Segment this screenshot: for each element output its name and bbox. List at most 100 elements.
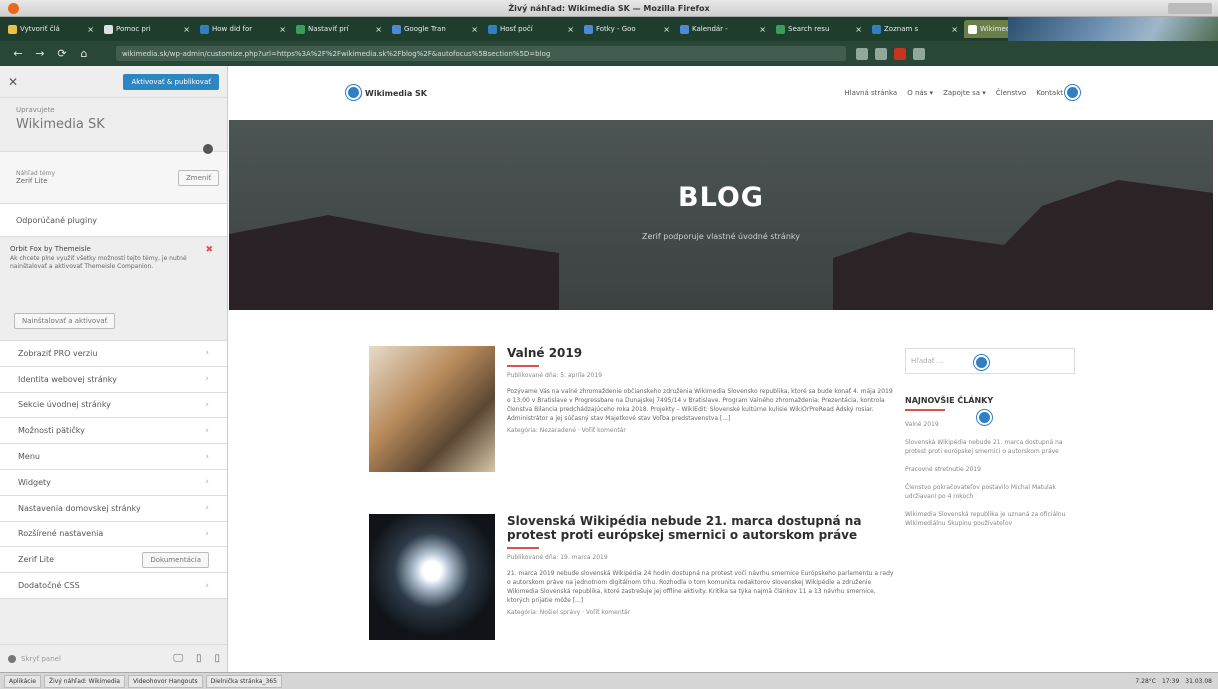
tab-favicon-icon [488, 24, 497, 34]
post-thumbnail[interactable] [369, 514, 495, 640]
panel-widgets[interactable]: Widgety › [0, 469, 227, 496]
url-bar[interactable]: wikimedia.sk/wp-admin/customize.php?url=… [116, 46, 846, 61]
close-icon[interactable]: × [279, 25, 286, 34]
menu-item-contact[interactable]: Kontakt [1036, 89, 1063, 97]
browser-tab[interactable]: Hosť počí × [484, 20, 578, 38]
back-icon[interactable]: ← [10, 47, 26, 60]
plugin-notice: Orbit Fox by Themeisle Ak chcete plne vy… [0, 237, 227, 341]
taskbar-window[interactable]: Dielnička stránka_365 [205, 674, 282, 688]
close-icon[interactable]: × [567, 25, 574, 34]
post-thumbnail[interactable] [369, 346, 495, 472]
post-date: Publikované dňa: 5. apríla 2019 [507, 372, 603, 379]
tab-label: How did for [212, 25, 253, 33]
recent-post-link[interactable]: Pracovné stretnutie 2019 [905, 465, 1075, 474]
browser-tab[interactable]: Google Tran × [388, 20, 482, 38]
tab-label: Pomoc pri [116, 25, 151, 33]
close-icon[interactable]: × [183, 25, 190, 34]
customizer-footer: Skryť panel 🖵 ▯ ▯ [0, 644, 228, 672]
browser-tab[interactable]: Kalendár - × [676, 20, 770, 38]
panel-pro[interactable]: Zobraziť PRO verziu › [0, 341, 227, 367]
recent-post-link[interactable]: Členstvo pokračovateľov postavilo Michal… [905, 483, 1075, 501]
search-input[interactable]: Hľadať ... [905, 348, 1075, 374]
post-title[interactable]: Valné 2019 [507, 346, 894, 360]
tablet-icon[interactable]: ▯ [196, 653, 202, 664]
menu-item-about[interactable]: O nás ▾ [907, 89, 933, 97]
close-icon[interactable]: × [471, 25, 478, 34]
home-icon[interactable]: ⌂ [76, 47, 92, 60]
reload-icon[interactable]: ⟳ [54, 47, 70, 60]
blog-sidebar: Hľadať ... NAJNOVŠIE ČLÁNKY Valné 2019 S… [905, 348, 1075, 528]
dismiss-icon[interactable]: ✖ [205, 245, 213, 255]
browser-tab[interactable]: Zoznam s × [868, 20, 962, 38]
post-category[interactable]: Kategória: Nošiel správy · Voľiť komentá… [507, 609, 894, 616]
edit-shortcut-icon[interactable] [974, 355, 989, 370]
weather-temp[interactable]: 7.28°C [1135, 678, 1156, 685]
panel-footer[interactable]: Možnosti pätičky › [0, 418, 227, 445]
menu-item-membership[interactable]: Členstvo [996, 89, 1026, 97]
documentation-button[interactable]: Dokumentácia [142, 551, 209, 568]
change-theme-button[interactable]: Zmeniť [177, 169, 219, 186]
recent-post-link[interactable]: Wikimedia Slovenská republika je uznaná … [905, 510, 1075, 528]
browser-tab[interactable]: Nastaviť prí × [292, 20, 386, 38]
collapse-icon[interactable] [8, 654, 16, 663]
menu-item-join[interactable]: Zapojte sa ▾ [943, 89, 986, 97]
tab-label: Zoznam s [884, 25, 919, 33]
help-icon[interactable] [203, 144, 213, 154]
hero-buildings-left [229, 215, 559, 310]
close-icon[interactable]: × [375, 25, 382, 34]
publish-button[interactable]: Aktivovať & publikovať [123, 73, 219, 90]
chevron-right-icon: › [205, 477, 209, 488]
panel-homepage-settings[interactable]: Nastavenia domovskej stránky › [0, 495, 227, 522]
sidebar-icon[interactable] [875, 47, 887, 60]
title-divider [507, 547, 539, 549]
menu-icon[interactable] [913, 47, 925, 60]
edit-shortcut-icon[interactable] [346, 85, 361, 100]
browser-tab[interactable]: Fotky - Goo × [580, 20, 674, 38]
panel-identity[interactable]: Identita webovej stránky › [0, 366, 227, 393]
browser-tab[interactable]: Pomoc pri × [100, 20, 194, 38]
close-icon[interactable]: × [855, 25, 862, 34]
chevron-right-icon: › [205, 580, 209, 591]
forward-icon[interactable]: → [32, 47, 48, 60]
clock[interactable]: 17:39 [1162, 678, 1179, 685]
menu-item-home[interactable]: Hlavná stránka [844, 89, 897, 97]
browser-tab[interactable]: Search resu × [772, 20, 866, 38]
window-controls[interactable] [1168, 3, 1212, 14]
taskbar-window[interactable]: Videohovor Hangouts [127, 674, 203, 688]
library-icon[interactable] [856, 47, 868, 60]
browser-tab[interactable]: How did for × [196, 20, 290, 38]
taskbar-apps[interactable]: Aplikácie [4, 674, 41, 688]
close-icon[interactable]: ✕ [8, 75, 18, 89]
taskbar-window[interactable]: Živý náhľad: Wikimedia [43, 674, 125, 688]
panel-additional-css[interactable]: Dodatočné CSS › [0, 573, 227, 599]
close-icon[interactable]: × [663, 25, 670, 34]
close-icon[interactable]: × [951, 25, 958, 34]
edit-shortcut-icon[interactable] [1065, 85, 1080, 100]
panel-menu[interactable]: Menu › [0, 444, 227, 470]
date[interactable]: 31.03.08 [1185, 678, 1212, 685]
chevron-right-icon: › [205, 348, 209, 359]
mobile-icon[interactable]: ▯ [214, 653, 220, 664]
post-item: Valné 2019 Publikované dňa: 5. apríla 20… [369, 346, 894, 472]
hide-controls-label[interactable]: Skryť panel [21, 655, 61, 663]
edit-shortcut-icon[interactable] [977, 410, 992, 425]
browser-tab[interactable]: Vytvoriť člá × [4, 20, 98, 38]
tab-favicon-icon [200, 24, 209, 34]
panel-label: Identita webovej stránky [18, 374, 117, 384]
active-theme-value: Zerif Lite [16, 177, 48, 185]
tab-favicon-icon [968, 24, 977, 34]
extension-icon[interactable] [894, 47, 906, 60]
recommended-plugins[interactable]: Odporúčané pluginy [0, 204, 227, 237]
post-category[interactable]: Kategória: Nezaradené · Voľiť komentár [507, 427, 894, 434]
close-icon[interactable]: × [759, 25, 766, 34]
tab-favicon-icon [8, 24, 17, 34]
panel-advanced[interactable]: Rozšírené nastavenia › [0, 521, 227, 548]
panel-frontpage-sections[interactable]: Sekcie úvodnej stránky › [0, 392, 227, 419]
post-title[interactable]: Slovenská Wikipédia nebude 21. marca dos… [507, 514, 894, 542]
close-icon[interactable]: × [87, 25, 94, 34]
install-button[interactable]: Nainštalovať a aktivovať [14, 313, 116, 329]
recent-post-link[interactable]: Slovenská Wikipédia nebude 21. marca dos… [905, 438, 1075, 456]
desktop-icon[interactable]: 🖵 [173, 653, 183, 664]
panel-label: Widgety [18, 477, 51, 487]
widget-divider [905, 409, 945, 411]
